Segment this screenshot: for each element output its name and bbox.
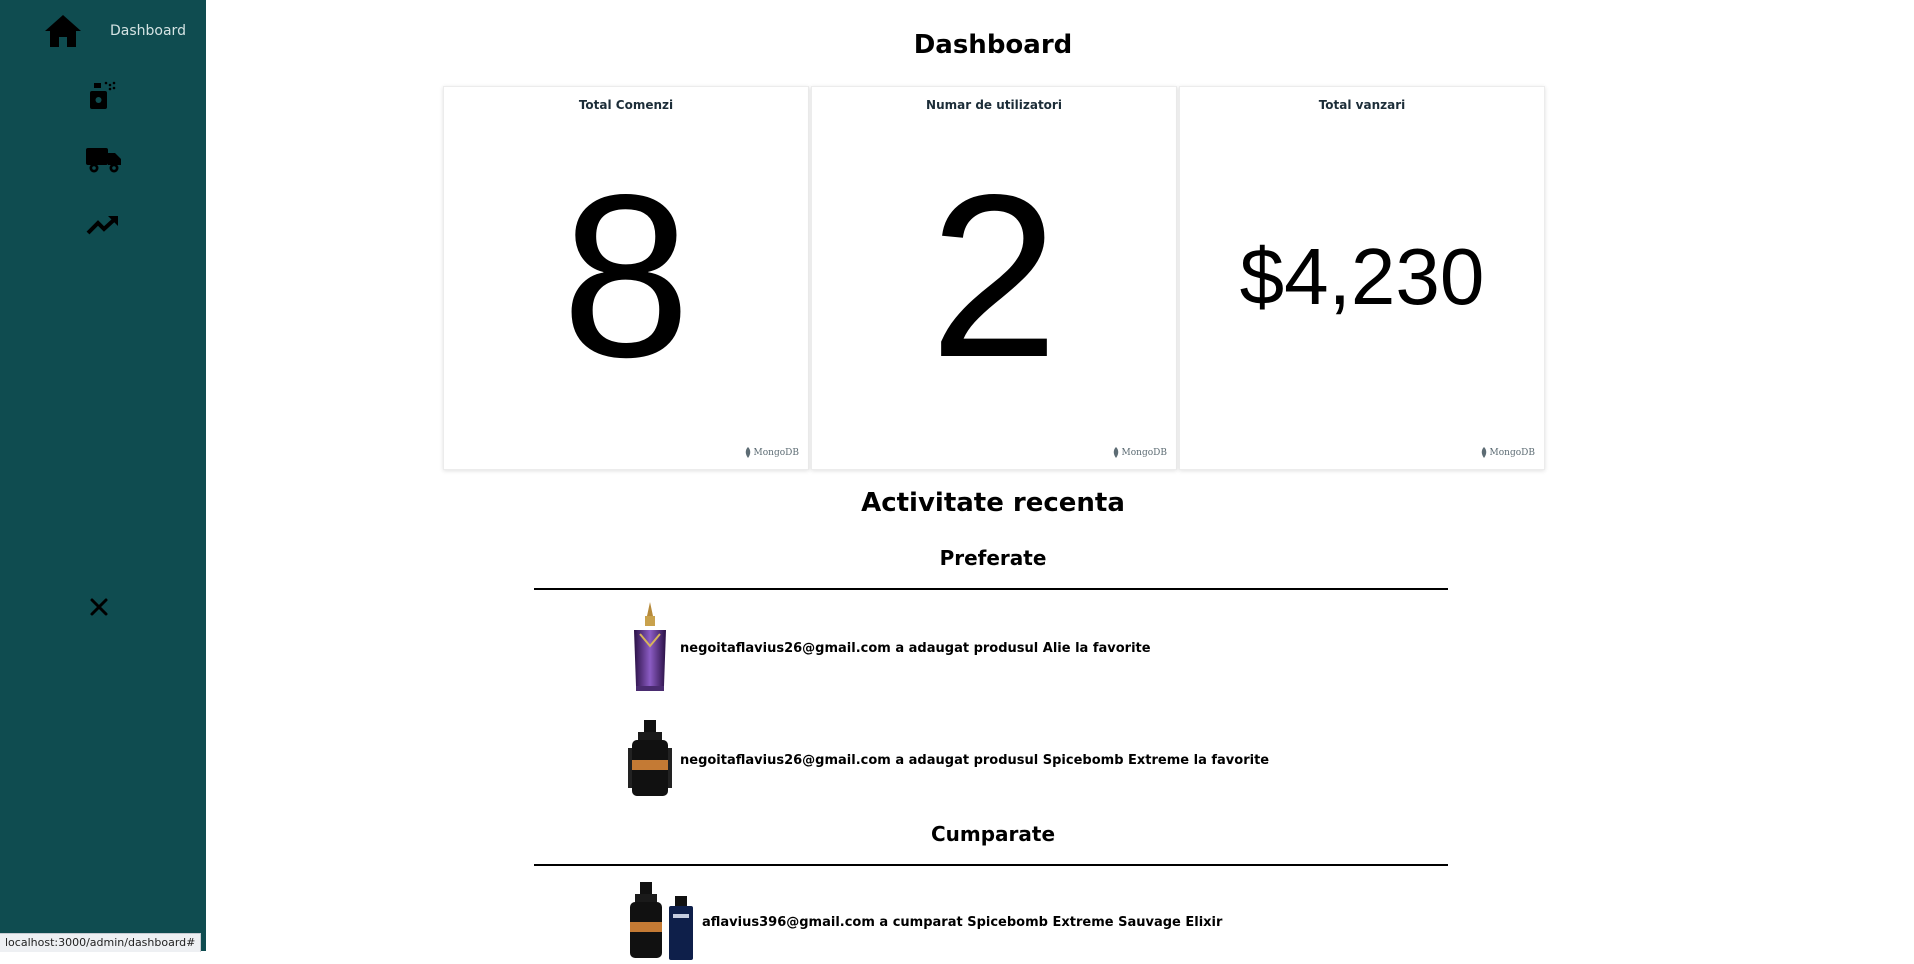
card-title: Numar de utilizatori xyxy=(926,98,1062,112)
mongodb-leaf-icon xyxy=(1481,447,1486,458)
divider xyxy=(534,588,1448,590)
stat-card-total-sales: Total vanzari $4,230 MongoDB xyxy=(1179,86,1545,470)
truck-icon xyxy=(86,146,122,174)
status-url: localhost:3000/admin/dashboard# xyxy=(0,933,202,952)
trending-up-icon xyxy=(86,214,120,236)
mongodb-leaf-icon xyxy=(745,447,750,458)
home-icon xyxy=(44,14,82,48)
mongodb-watermark[interactable]: MongoDB xyxy=(1113,447,1167,458)
activity-title: Activitate recenta xyxy=(861,488,1125,518)
close-icon xyxy=(88,598,110,622)
favorites-title: Preferate xyxy=(939,546,1047,570)
stat-cards: Total Comenzi 8 MongoDB Numar de utiliza… xyxy=(443,86,1547,470)
activity-text: negoitaflavius26@gmail.com a adaugat pro… xyxy=(680,752,1270,768)
sidebar-item-label: Dashboard xyxy=(110,23,186,39)
stat-card-user-count: Numar de utilizatori 2 MongoDB xyxy=(811,86,1177,470)
mongodb-label: MongoDB xyxy=(753,447,799,458)
activity-text: negoitaflavius26@gmail.com a adaugat pro… xyxy=(680,640,1151,656)
list-item: negoitaflavius26@gmail.com a adaugat pro… xyxy=(626,718,1269,802)
product-thumbnail-alie xyxy=(626,600,674,696)
mongodb-leaf-icon xyxy=(1113,447,1118,458)
purchases-title: Cumparate xyxy=(930,822,1056,846)
stat-card-total-orders: Total Comenzi 8 MongoDB xyxy=(443,86,809,470)
list-item: negoitaflavius26@gmail.com a adaugat pro… xyxy=(626,600,1151,696)
sidebar-item-orders[interactable] xyxy=(86,146,122,174)
divider xyxy=(534,864,1448,866)
close-sidebar-button[interactable] xyxy=(88,596,110,622)
product-thumbnail-spicebomb-extreme xyxy=(626,718,674,802)
list-item: aflavius396@gmail.com a cumparat Spicebo… xyxy=(626,880,1222,964)
sidebar: Dashboard xyxy=(0,0,206,951)
mongodb-label: MongoDB xyxy=(1121,447,1167,458)
product-thumbnail-sauvage-elixir xyxy=(666,880,696,964)
product-thumbnail-spicebomb-extreme xyxy=(626,880,666,964)
perfume-spray-icon xyxy=(88,80,118,110)
page-title: Dashboard xyxy=(913,30,1073,60)
mongodb-watermark[interactable]: MongoDB xyxy=(1481,447,1535,458)
card-title: Total Comenzi xyxy=(578,98,674,112)
sidebar-item-products[interactable] xyxy=(88,80,118,110)
sidebar-item-sales[interactable] xyxy=(86,214,120,236)
activity-text: aflavius396@gmail.com a cumparat Spicebo… xyxy=(702,914,1223,930)
mongodb-label: MongoDB xyxy=(1489,447,1535,458)
mongodb-watermark[interactable]: MongoDB xyxy=(745,447,799,458)
card-title: Total vanzari xyxy=(1318,98,1406,112)
card-value: $4,230 xyxy=(1239,232,1485,321)
sidebar-item-dashboard[interactable]: Dashboard xyxy=(44,14,186,48)
main-content: Dashboard Total Comenzi 8 MongoDB Numar … xyxy=(206,0,1914,960)
card-value: 2 xyxy=(929,147,1059,406)
card-value: 8 xyxy=(561,147,691,406)
